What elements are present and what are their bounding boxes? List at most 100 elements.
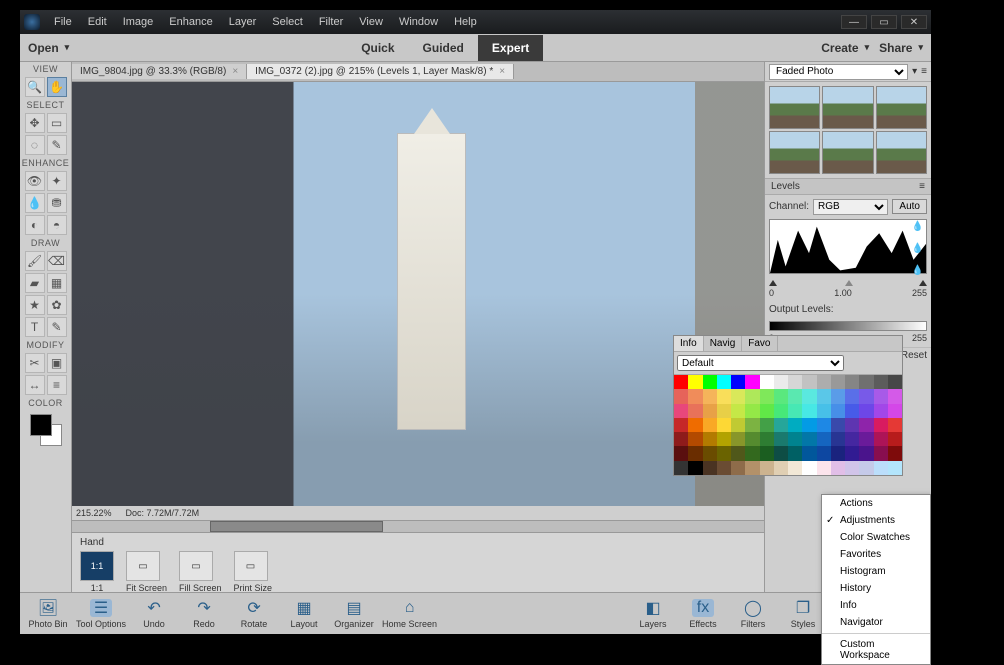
swatch[interactable] xyxy=(788,375,802,389)
swatch[interactable] xyxy=(888,461,902,475)
pattern-tool[interactable]: ▦ xyxy=(47,273,67,293)
maximize-button[interactable]: ▭ xyxy=(871,15,897,29)
workspace-item-histogram[interactable]: Histogram xyxy=(822,563,930,580)
swatch[interactable] xyxy=(703,404,717,418)
lasso-tool[interactable]: ◌ xyxy=(25,135,45,155)
swatch[interactable] xyxy=(731,446,745,460)
workspace-item-history[interactable]: History xyxy=(822,580,930,597)
sponge-tool[interactable]: ◓ xyxy=(47,215,67,235)
swatch[interactable] xyxy=(703,375,717,389)
eye-tool[interactable]: 👁 xyxy=(25,171,45,191)
input-levels-slider[interactable] xyxy=(769,276,927,286)
swatch[interactable] xyxy=(874,389,888,403)
effect-thumb[interactable] xyxy=(769,86,820,129)
swatch[interactable] xyxy=(788,418,802,432)
swatch[interactable] xyxy=(717,375,731,389)
custom-workspace-item[interactable]: Custom Workspace xyxy=(822,636,930,664)
eyedropper-tool[interactable]: 💧 xyxy=(25,193,45,213)
swatch[interactable] xyxy=(888,432,902,446)
menu-layer[interactable]: Layer xyxy=(221,16,265,28)
swatch[interactable] xyxy=(703,446,717,460)
create-menu[interactable]: Create xyxy=(821,41,869,55)
effect-thumb[interactable] xyxy=(876,86,927,129)
swatch[interactable] xyxy=(817,389,831,403)
mode-quick[interactable]: Quick xyxy=(347,35,408,61)
swatch[interactable] xyxy=(859,418,873,432)
swatch[interactable] xyxy=(845,446,859,460)
swatch[interactable] xyxy=(688,461,702,475)
swatch[interactable] xyxy=(760,418,774,432)
menu-filter[interactable]: Filter xyxy=(311,16,351,28)
home-button[interactable]: ⌂Home Screen xyxy=(382,599,437,629)
swatch[interactable] xyxy=(817,461,831,475)
share-menu[interactable]: Share xyxy=(879,41,923,55)
swatch[interactable] xyxy=(859,432,873,446)
document-tab[interactable]: IMG_0372 (2).jpg @ 215% (Levels 1, Layer… xyxy=(247,64,514,79)
swatch[interactable] xyxy=(874,404,888,418)
swatch[interactable] xyxy=(731,375,745,389)
swatch[interactable] xyxy=(745,404,759,418)
move-tool[interactable]: ✥ xyxy=(25,113,45,133)
swatch[interactable] xyxy=(703,418,717,432)
swatch[interactable] xyxy=(774,432,788,446)
swatch[interactable] xyxy=(674,432,688,446)
output-levels-slider[interactable] xyxy=(769,321,927,331)
swatch[interactable] xyxy=(802,461,816,475)
photo-bin-button[interactable]: 🖼Photo Bin xyxy=(26,599,70,629)
swatch[interactable] xyxy=(717,446,731,460)
filters-button[interactable]: ◯Filters xyxy=(731,599,775,629)
fill-tool[interactable]: ▰ xyxy=(25,273,45,293)
swatch[interactable] xyxy=(760,375,774,389)
swatch[interactable] xyxy=(688,375,702,389)
type-tool[interactable]: T xyxy=(25,317,45,337)
recompose-tool[interactable]: ▣ xyxy=(47,353,67,373)
swatch[interactable] xyxy=(745,461,759,475)
swatch[interactable] xyxy=(845,461,859,475)
gray-point-picker-icon[interactable]: 💧 xyxy=(912,242,924,253)
workspace-item-navigator[interactable]: Navigator xyxy=(822,614,930,631)
eraser-tool[interactable]: ⌫ xyxy=(47,251,67,271)
swatch[interactable] xyxy=(817,446,831,460)
swatch[interactable] xyxy=(731,432,745,446)
workspace-item-adjustments[interactable]: Adjustments xyxy=(822,512,930,529)
marquee-tool[interactable]: ▭ xyxy=(47,113,67,133)
styles-button[interactable]: ❐Styles xyxy=(781,599,825,629)
swatch[interactable] xyxy=(831,418,845,432)
workspace-item-color-swatches[interactable]: Color Swatches xyxy=(822,529,930,546)
swatch[interactable] xyxy=(859,461,873,475)
swatch[interactable] xyxy=(845,432,859,446)
swatch[interactable] xyxy=(845,375,859,389)
preset-dropdown-icon[interactable]: ▾ xyxy=(912,66,917,77)
close-tab-icon[interactable]: × xyxy=(499,66,505,77)
menu-image[interactable]: Image xyxy=(115,16,162,28)
swatch[interactable] xyxy=(745,389,759,403)
swatch[interactable] xyxy=(717,432,731,446)
swatch[interactable] xyxy=(745,375,759,389)
redo-button[interactable]: ↷Redo xyxy=(182,599,226,629)
effect-thumb[interactable] xyxy=(876,131,927,174)
swatch[interactable] xyxy=(760,446,774,460)
swatch[interactable] xyxy=(745,446,759,460)
effect-thumb[interactable] xyxy=(822,86,873,129)
swatch-tab-navig[interactable]: Navig xyxy=(704,336,743,351)
swatch[interactable] xyxy=(774,418,788,432)
cookie-tool[interactable]: ✿ xyxy=(47,295,67,315)
swatch[interactable] xyxy=(831,432,845,446)
swatch[interactable] xyxy=(674,404,688,418)
tool-options-button[interactable]: ☰Tool Options xyxy=(76,599,126,629)
swatch[interactable] xyxy=(788,446,802,460)
crop-tool[interactable]: ✂ xyxy=(25,353,45,373)
swatch[interactable] xyxy=(859,404,873,418)
brush-tool[interactable]: 🖌 xyxy=(25,251,45,271)
swatch[interactable] xyxy=(788,389,802,403)
effect-thumb[interactable] xyxy=(769,131,820,174)
effects-button[interactable]: fxEffects xyxy=(681,599,725,629)
swatch[interactable] xyxy=(888,404,902,418)
horizontal-scrollbar[interactable] xyxy=(72,520,764,532)
swatch[interactable] xyxy=(703,461,717,475)
open-menu[interactable]: Open xyxy=(28,41,69,55)
swatch[interactable] xyxy=(845,418,859,432)
swatch[interactable] xyxy=(845,389,859,403)
swatch[interactable] xyxy=(788,404,802,418)
swatch[interactable] xyxy=(802,389,816,403)
